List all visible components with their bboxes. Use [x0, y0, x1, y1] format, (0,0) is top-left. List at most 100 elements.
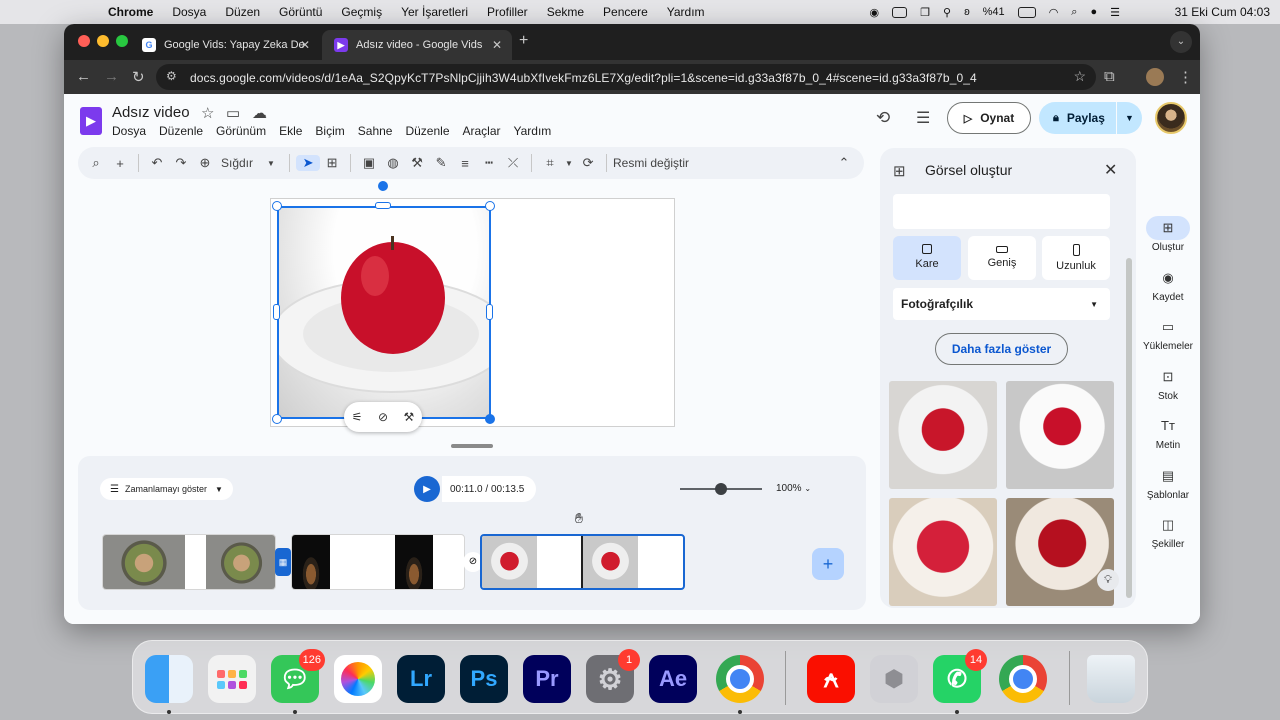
bookmark-star-icon[interactable]: ☆ — [1073, 68, 1086, 85]
resize-handle[interactable] — [272, 201, 282, 211]
generated-image-4[interactable] — [1006, 498, 1114, 606]
generated-image-3[interactable] — [889, 498, 997, 606]
menu-goruntu[interactable]: Görüntü — [279, 5, 322, 19]
border-weight-icon[interactable]: ≡ — [453, 156, 477, 171]
menu-insert[interactable]: Ekle — [279, 124, 302, 138]
crop-dropdown-icon[interactable]: ▼ — [562, 159, 576, 168]
menu-yardim[interactable]: Yardım — [667, 5, 705, 19]
transition-icon[interactable]: ▦ — [275, 548, 291, 576]
menu-chrome[interactable]: Chrome — [108, 5, 153, 19]
show-timing-button[interactable]: ☰ Zamanlamayı göster ▼ — [100, 478, 233, 500]
document-title[interactable]: Adsız video — [112, 104, 190, 121]
forward-icon[interactable]: → — [104, 68, 119, 85]
control-center-icon[interactable]: ☰ — [1110, 6, 1120, 19]
rotate-handle[interactable] — [378, 181, 388, 191]
app-store-connect-icon[interactable]: ⬢ — [870, 655, 918, 703]
clock[interactable]: 31 Eki Cum 04:03 — [1175, 5, 1270, 19]
rail-item-record[interactable]: ◉ Kaydet — [1134, 266, 1200, 303]
battery-icon[interactable] — [1017, 6, 1036, 18]
search-icon[interactable]: ⌕ — [1071, 6, 1077, 19]
timeline-resize-handle[interactable] — [451, 444, 493, 448]
wifi-icon[interactable]: ◠ — [1049, 6, 1059, 19]
close-tab-icon[interactable]: ✕ — [492, 38, 502, 52]
clear-format-icon[interactable]: ⤫ — [501, 155, 525, 171]
undo-icon[interactable]: ↶ — [145, 155, 169, 171]
collapse-toolbar-icon[interactable]: ⌃ — [832, 155, 856, 171]
resize-handle[interactable] — [272, 414, 282, 424]
vids-logo-icon[interactable]: ▶ — [80, 107, 102, 135]
crop-icon[interactable]: ⌗ — [538, 155, 562, 171]
lightroom-icon[interactable]: Lr — [397, 655, 445, 703]
lightbulb-icon[interactable]: 💡︎ — [1097, 569, 1119, 591]
resize-handle[interactable] — [485, 201, 495, 211]
playhead[interactable] — [581, 536, 583, 588]
tab-search-icon[interactable]: ⌄ — [1170, 31, 1192, 53]
resize-handle[interactable] — [486, 304, 493, 320]
reset-image-icon[interactable]: ⟳ — [576, 155, 600, 171]
add-scene-button[interactable]: + — [812, 548, 844, 580]
add-icon[interactable]: + — [108, 156, 132, 171]
zoom-window-button[interactable] — [116, 35, 128, 47]
resize-handle[interactable] — [375, 202, 391, 209]
rail-item-templates[interactable]: ▤ Şablonlar — [1134, 464, 1200, 501]
whatsapp-icon[interactable]: ✆ 14 — [933, 649, 987, 703]
system-settings-icon[interactable]: ⚙ 1 — [586, 649, 640, 703]
mic-icon[interactable]: ⚲ — [943, 6, 951, 19]
scene-clip-2[interactable] — [291, 534, 465, 590]
reload-icon[interactable]: ↻ — [132, 68, 145, 86]
pen-icon[interactable]: ✎ — [429, 155, 453, 171]
tab-adsiz-video[interactable]: ▶ Adsız video - Google Vids ✕ — [322, 30, 512, 60]
back-icon[interactable]: ← — [76, 68, 91, 85]
finder-icon[interactable] — [145, 655, 193, 703]
image-icon[interactable]: ▣ — [357, 155, 381, 171]
menu-pencere[interactable]: Pencere — [603, 5, 648, 19]
chevron-down-icon[interactable]: ▼ — [259, 159, 283, 168]
menu-yer-isaretleri[interactable]: Yer İşaretleri — [401, 5, 468, 19]
creative-cloud-icon[interactable]: ◉ — [870, 6, 880, 19]
close-icon[interactable]: ✕ — [1104, 160, 1117, 180]
border-dash-icon[interactable]: ┅ — [477, 155, 501, 171]
chrome-icon[interactable] — [716, 655, 764, 703]
shape-option-wide[interactable]: Geniş — [968, 236, 1036, 280]
replace-image-button[interactable]: Resmi değiştir — [613, 156, 689, 170]
minimize-window-button[interactable] — [97, 35, 109, 47]
new-tab-icon[interactable]: + — [519, 32, 528, 50]
adjust-icon[interactable]: ⚟ — [352, 410, 363, 424]
zoom-select[interactable]: Sığdır — [221, 156, 253, 170]
menu-view[interactable]: Görünüm — [216, 124, 266, 138]
scene-clip-1[interactable] — [102, 534, 276, 590]
menu-sekme[interactable]: Sekme — [547, 5, 584, 19]
paint-format-icon[interactable]: ⚒ — [405, 155, 429, 171]
star-icon[interactable]: ☆ — [201, 104, 214, 122]
site-info-icon[interactable]: ⚙ — [166, 69, 177, 83]
prompt-input[interactable] — [893, 194, 1110, 229]
resize-handle[interactable] — [273, 304, 280, 320]
after-effects-icon[interactable]: Ae — [649, 655, 697, 703]
redo-icon[interactable]: ↷ — [169, 155, 193, 171]
launchpad-icon[interactable] — [208, 655, 256, 703]
remove-background-icon[interactable]: ⊘ — [378, 410, 388, 424]
extensions-icon[interactable]: ⧉ — [1104, 68, 1115, 85]
rail-item-create[interactable]: ⊞ Oluştur — [1134, 216, 1200, 253]
ear-icon[interactable]: ʚ — [964, 6, 970, 18]
search-menus-icon[interactable]: ⌕ — [84, 155, 108, 171]
menu-dosya[interactable]: Dosya — [172, 5, 206, 19]
siri-icon[interactable]: ● — [1090, 6, 1097, 18]
share-dropdown-icon[interactable]: ▼ — [1116, 102, 1142, 134]
scene-clip-3-selected[interactable] — [480, 534, 685, 590]
menu-tools[interactable]: Araçlar — [463, 124, 501, 138]
version-history-icon[interactable]: ⟲ — [876, 108, 890, 128]
close-tab-icon[interactable]: ✕ — [300, 38, 310, 52]
select-tool-icon[interactable]: ➤ — [296, 155, 321, 171]
menu-duzen[interactable]: Düzen — [225, 5, 260, 19]
show-more-button[interactable]: Daha fazla göster — [935, 333, 1068, 365]
tab-google-vids[interactable]: G Google Vids: Yapay Zeka Des ✕ — [130, 30, 320, 60]
menu-format[interactable]: Biçim — [315, 124, 344, 138]
close-window-button[interactable] — [78, 35, 90, 47]
selected-apple-image[interactable] — [277, 206, 491, 419]
panel-scrollbar[interactable] — [1126, 258, 1132, 598]
menu-arrange[interactable]: Düzenle — [405, 124, 449, 138]
window-icon[interactable]: ❐ — [920, 6, 930, 19]
rail-item-uploads[interactable]: ▭ Yüklemeler — [1134, 315, 1200, 352]
trash-icon[interactable] — [1087, 655, 1135, 703]
